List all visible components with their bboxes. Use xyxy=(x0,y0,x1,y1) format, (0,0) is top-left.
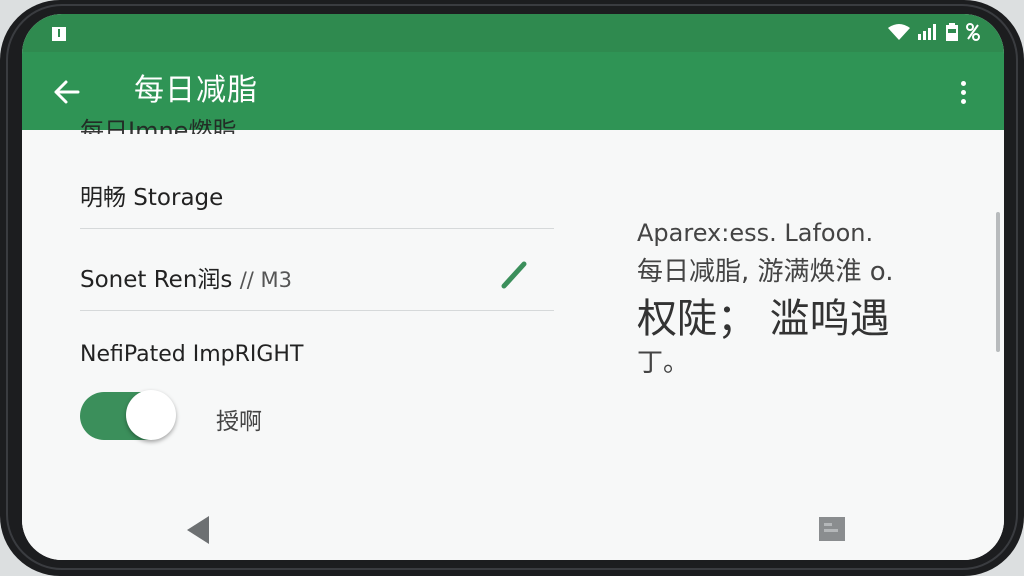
data-icon xyxy=(966,23,980,44)
description-panel: Aparex:ess. Lafoon. 每日减脂, 游满焕淮 o. 权陡； 滥鸣… xyxy=(637,216,894,380)
status-icons xyxy=(888,23,980,44)
app-title: 每日减脂 xyxy=(134,73,258,108)
more-dot xyxy=(960,89,966,95)
toggle-label: 授啊 xyxy=(216,409,262,435)
more-options-button[interactable] xyxy=(948,72,978,112)
divider xyxy=(80,228,554,229)
scrollbar[interactable] xyxy=(996,212,1000,352)
signal-icon xyxy=(918,24,938,43)
divider xyxy=(80,310,554,311)
notification-row-title: NefiPated ImpRIGHT xyxy=(80,342,304,367)
pencil-icon[interactable] xyxy=(496,256,532,292)
description-line-4: 丁。 xyxy=(637,348,690,378)
description-line-2: 每日减脂, 游满焕淮 o. xyxy=(637,257,894,287)
device-bezel: 每日减脂 每日Imne燃脂 明畅 Storage Sonet Ren润s // … xyxy=(0,0,1024,576)
toggle-thumb xyxy=(126,390,176,440)
more-dot xyxy=(960,80,966,86)
nav-recent-icon[interactable] xyxy=(819,517,845,541)
nav-back-icon[interactable] xyxy=(187,516,209,544)
wifi-icon xyxy=(888,24,910,43)
description-line-1: Aparex:ess. Lafoon. xyxy=(637,219,874,247)
settings-content: 每日Imne燃脂 明畅 Storage Sonet Ren润s // M3 Ne… xyxy=(22,117,1004,560)
sonet-row-suffix: // M3 xyxy=(239,268,293,292)
battery-icon xyxy=(946,23,958,44)
sonet-row-label: Sonet Ren润s // M3 xyxy=(80,260,292,294)
storage-row[interactable]: 明畅 Storage xyxy=(80,178,223,212)
screen: 每日减脂 每日Imne燃脂 明畅 Storage Sonet Ren润s // … xyxy=(22,14,1004,560)
partial-list-row[interactable]: 每日Imne燃脂 xyxy=(80,116,236,134)
back-button[interactable] xyxy=(46,72,86,112)
notification-toggle[interactable] xyxy=(80,390,176,442)
arrow-left-icon xyxy=(54,80,80,104)
description-line-3: 权陡； 滥鸣遇 xyxy=(637,296,890,342)
status-square-icon xyxy=(52,26,66,41)
sonet-row[interactable]: Sonet Ren润s // M3 xyxy=(80,254,554,294)
sonet-row-text: Sonet Ren润s xyxy=(80,267,233,293)
more-dot xyxy=(960,98,966,104)
status-bar xyxy=(22,14,1004,52)
